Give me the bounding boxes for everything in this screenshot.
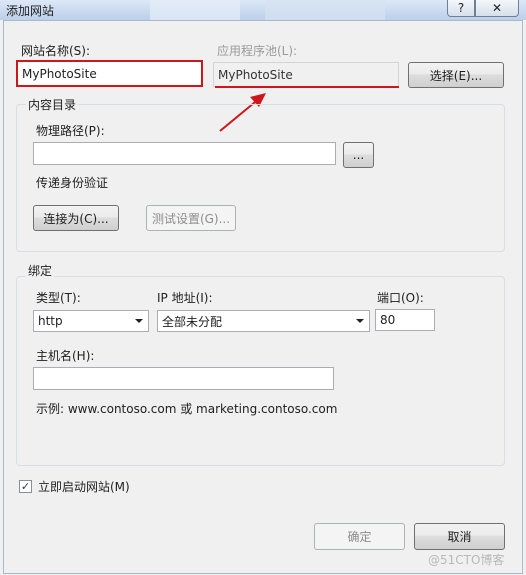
type-label: 类型(T): [36, 291, 81, 305]
start-immediately-label: 立即启动网站(M) [38, 480, 130, 494]
start-immediately-checkbox[interactable]: ✓ [19, 480, 32, 493]
site-name-value: MyPhotoSite [22, 66, 97, 81]
ip-address-label: IP 地址(I): [157, 291, 213, 305]
connect-as-button[interactable]: 连接为(C)... [33, 205, 119, 231]
cancel-button[interactable]: 取消 [414, 523, 505, 550]
close-button[interactable]: ✕ [475, 0, 519, 17]
physical-path-input[interactable] [33, 142, 336, 165]
help-button[interactable]: ? [447, 0, 475, 17]
hostname-example: 示例: www.contoso.com 或 marketing.contoso.… [36, 402, 338, 416]
app-pool-label: 应用程序池(L): [217, 44, 298, 58]
content-directory-legend: 内容目录 [26, 96, 79, 113]
test-settings-button[interactable]: 测试设置(G)... [146, 205, 236, 231]
window-title: 添加网站 [6, 4, 55, 18]
ok-button[interactable]: 确定 [314, 523, 405, 550]
type-value: http [38, 314, 63, 328]
select-app-pool-button[interactable]: 选择(E)... [408, 62, 504, 88]
type-select[interactable]: http [33, 310, 149, 332]
port-label: 端口(O): [377, 291, 424, 305]
start-immediately-option[interactable]: ✓ 立即启动网站(M) [19, 478, 130, 495]
physical-path-label: 物理路径(P): [36, 124, 105, 138]
title-bar-background [150, 0, 240, 20]
ip-address-select[interactable]: 全部未分配 [157, 310, 370, 332]
question-mark-icon: ? [457, 1, 465, 15]
browse-button[interactable]: ... [343, 142, 374, 168]
site-name-label: 网站名称(S): [21, 44, 91, 58]
site-name-input[interactable]: MyPhotoSite [16, 60, 203, 87]
checkmark-icon: ✓ [20, 480, 31, 493]
close-icon: ✕ [491, 1, 503, 15]
ip-address-value: 全部未分配 [162, 314, 223, 329]
app-pool-field: MyPhotoSite [213, 62, 399, 87]
port-value: 80 [380, 313, 396, 327]
pass-through-auth-label: 传递身份验证 [36, 176, 109, 190]
chevron-down-icon [356, 319, 364, 323]
binding-legend: 绑定 [26, 262, 55, 279]
port-input[interactable]: 80 [375, 309, 435, 331]
watermark: @51CTO博客 [428, 553, 505, 567]
app-pool-value: MyPhotoSite [218, 67, 293, 82]
hostname-input[interactable] [33, 367, 334, 390]
hostname-label: 主机名(H): [36, 349, 95, 363]
title-bar-background [265, 0, 385, 20]
chevron-down-icon [135, 319, 143, 323]
